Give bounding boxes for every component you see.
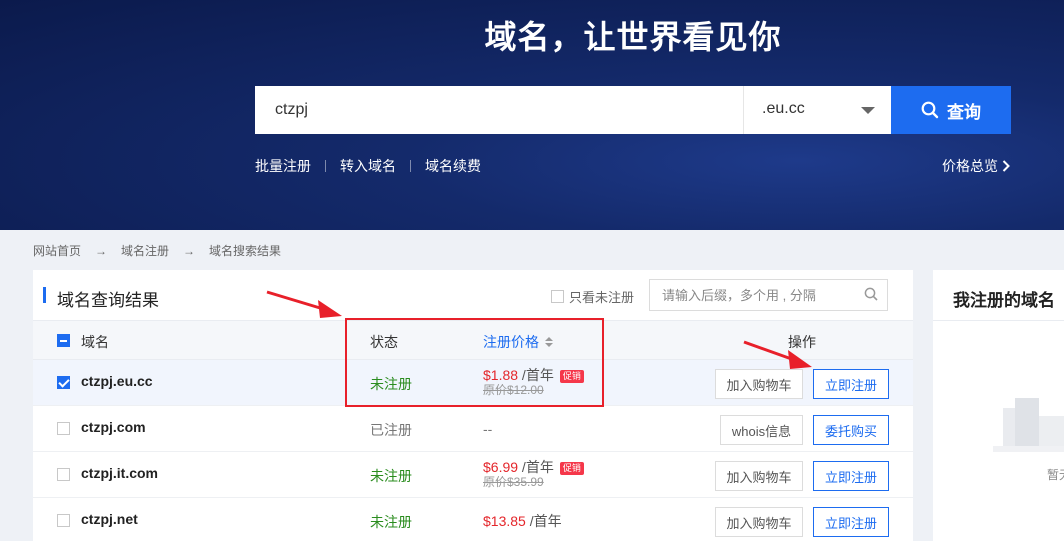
- status-text: 未注册: [370, 514, 412, 530]
- register-now-button[interactable]: 立即注册: [813, 507, 889, 537]
- row-checkbox[interactable]: [57, 514, 70, 527]
- suffix-filter-input[interactable]: [649, 279, 888, 311]
- price-cell: $13.85 /首年: [483, 513, 562, 529]
- table-row: ctzpj.it.com 未注册 $6.99 /首年 促销 原价$35.99 加入…: [33, 452, 913, 498]
- register-now-button[interactable]: 立即注册: [813, 369, 889, 399]
- divider: [325, 160, 326, 172]
- promo-badge: 促销: [559, 462, 584, 475]
- table-header: 域名 状态 注册价格 操作: [33, 320, 913, 360]
- table-row: ctzpj.net 未注册 $13.85 /首年 加入购物车 立即注册: [33, 498, 913, 541]
- row-checkbox[interactable]: [57, 376, 70, 389]
- breadcrumb-arrow: →: [95, 243, 108, 258]
- only-unregistered-filter[interactable]: 只看未注册: [551, 287, 634, 306]
- add-to-cart-button[interactable]: 加入购物车: [715, 461, 803, 491]
- caret-down-icon: [861, 107, 875, 114]
- table-row: ctzpj.com 已注册 -- whois信息 委托购买: [33, 406, 913, 452]
- original-price: 原价$35.99: [483, 475, 544, 489]
- price-value: $13.85: [483, 513, 526, 529]
- price-value: --: [483, 421, 493, 437]
- transfer-domain-link[interactable]: 转入域名: [340, 156, 396, 176]
- row-checkbox[interactable]: [57, 468, 70, 481]
- column-actions: 操作: [788, 334, 816, 350]
- whois-button[interactable]: whois信息: [720, 415, 803, 445]
- price-period: /首年: [525, 513, 562, 529]
- column-status: 状态: [370, 334, 398, 350]
- search-button-label: 查询: [947, 102, 981, 122]
- my-domains-title: 我注册的域名: [953, 291, 1055, 310]
- search-icon: [921, 101, 939, 119]
- column-domain: 域名: [81, 334, 109, 350]
- price-value: $1.88: [483, 367, 519, 383]
- column-price: 注册价格: [483, 334, 539, 350]
- table-row: ctzpj.eu.cc 未注册 $1.88 /首年 促销 原价$12.00 加入购…: [33, 360, 913, 406]
- renew-domain-link[interactable]: 域名续费: [425, 156, 481, 176]
- results-title: 域名查询结果: [57, 291, 159, 310]
- breadcrumb: 网站首页 → 域名注册 → 域名搜索结果: [33, 242, 281, 259]
- hero-banner: 域名，让世界看见你 .eu.cc 查询 批量注册 转入域名 域名续费 价格总览: [0, 0, 1064, 230]
- row-checkbox[interactable]: [57, 422, 70, 435]
- status-text: 未注册: [370, 468, 412, 484]
- chevron-right-icon: [1002, 160, 1010, 172]
- original-price: 原价$12.00: [483, 383, 544, 397]
- promo-badge: 促销: [559, 370, 584, 383]
- tld-select[interactable]: .eu.cc: [743, 86, 891, 134]
- hero-links: 批量注册 转入域名 域名续费: [255, 156, 481, 176]
- divider: [933, 320, 1064, 321]
- select-all-checkbox[interactable]: [57, 334, 70, 347]
- results-panel: 域名查询结果 只看未注册 域名 状态 注册价格 操作 ctzpj.eu.cc 未…: [33, 270, 913, 541]
- domain-search-input[interactable]: [255, 86, 743, 134]
- batch-register-link[interactable]: 批量注册: [255, 156, 311, 176]
- tld-selected-value: .eu.cc: [762, 100, 805, 117]
- domain-name: ctzpj.com: [81, 419, 146, 435]
- status-text: 已注册: [370, 422, 412, 438]
- title-accent-bar: [43, 287, 46, 303]
- price-overview-link[interactable]: 价格总览: [942, 156, 1010, 176]
- empty-state-illustration: [993, 398, 1064, 452]
- empty-state-text: 暂无: [1047, 468, 1064, 482]
- search-box: .eu.cc: [255, 86, 891, 134]
- domain-name: ctzpj.eu.cc: [81, 373, 153, 389]
- price-cell: $6.99 /首年 促销 原价$35.99: [483, 459, 584, 489]
- only-unregistered-checkbox[interactable]: [551, 290, 564, 303]
- breadcrumb-home[interactable]: 网站首页: [33, 242, 81, 259]
- only-unregistered-label: 只看未注册: [569, 290, 635, 305]
- add-to-cart-button[interactable]: 加入购物车: [715, 507, 803, 537]
- add-to-cart-button[interactable]: 加入购物车: [715, 369, 803, 399]
- price-cell: --: [483, 421, 492, 437]
- divider: [410, 160, 411, 172]
- breadcrumb-current: 域名搜索结果: [209, 244, 282, 258]
- register-now-button[interactable]: 立即注册: [813, 461, 889, 491]
- price-value: $6.99: [483, 459, 519, 475]
- price-cell: $1.88 /首年 促销 原价$12.00: [483, 367, 584, 397]
- domain-name: ctzpj.net: [81, 511, 138, 527]
- price-period: /首年: [518, 459, 554, 475]
- sort-icon: [545, 337, 553, 347]
- search-icon[interactable]: [864, 287, 878, 301]
- search-button[interactable]: 查询: [891, 86, 1011, 134]
- status-text: 未注册: [370, 376, 412, 392]
- hero-title: 域名，让世界看见你: [484, 19, 782, 55]
- breadcrumb-arrow: →: [183, 243, 196, 258]
- price-period: /首年: [518, 367, 554, 383]
- column-price-sort[interactable]: 注册价格: [483, 332, 553, 352]
- breadcrumb-domain-register[interactable]: 域名注册: [121, 242, 169, 259]
- domain-name: ctzpj.it.com: [81, 465, 159, 481]
- my-domains-panel: 我注册的域名 暂无: [933, 270, 1064, 541]
- entrust-purchase-button[interactable]: 委托购买: [813, 415, 889, 445]
- price-overview-label: 价格总览: [942, 158, 998, 174]
